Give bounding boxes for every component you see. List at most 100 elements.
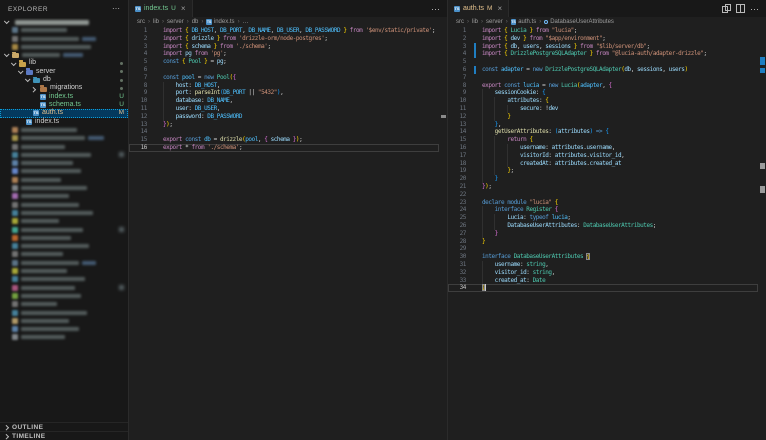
tree-item-redacted[interactable] xyxy=(0,292,128,300)
code-line[interactable]: 7 xyxy=(448,74,766,82)
tree-item-redacted[interactable] xyxy=(0,284,128,292)
code-line[interactable]: 2import { drizzle } from 'drizzle-orm/no… xyxy=(129,35,447,43)
tree-item-index.ts[interactable]: TSindex.ts xyxy=(0,118,128,126)
code-line[interactable]: 12 } xyxy=(448,113,766,121)
code-line[interactable]: 17 visitorId: attributes.visitor_id, xyxy=(448,152,766,160)
tree-item-redacted[interactable] xyxy=(0,43,128,51)
breadcrumb-item[interactable]: server xyxy=(486,19,503,25)
code-line[interactable]: 7const pool = new Pool({ xyxy=(129,74,447,82)
tree-item-redacted[interactable] xyxy=(0,250,128,258)
tree-item-redacted[interactable] xyxy=(0,333,128,341)
tree-item-schema.ts[interactable]: TSschema.tsU xyxy=(0,101,128,109)
code-line[interactable]: 34} xyxy=(448,284,766,292)
breadcrumb-item[interactable]: … xyxy=(243,19,249,25)
code-line[interactable]: 31 username: string, xyxy=(448,261,766,269)
code-line[interactable]: 28} xyxy=(448,238,766,246)
code-line[interactable]: 30interface DatabaseUserAttributes { xyxy=(448,253,766,261)
code-line[interactable]: 16 username: attributes.username, xyxy=(448,144,766,152)
code-line[interactable]: 20 } xyxy=(448,175,766,183)
tree-item-redacted[interactable] xyxy=(0,176,128,184)
code-line[interactable]: 9 sessionCookie: { xyxy=(448,89,766,97)
more-actions-icon[interactable]: ⋯ xyxy=(112,6,120,12)
code-line[interactable]: 14 getUserAttributes: (attributes) => { xyxy=(448,128,766,136)
code-line[interactable]: 29 xyxy=(448,245,766,253)
tree-item-redacted[interactable] xyxy=(0,18,128,26)
sidebar-section-outline[interactable]: OUTLINE xyxy=(0,422,128,431)
code-editor[interactable]: 1import { DB_HOST, DB_PORT, DB_NAME, DB_… xyxy=(129,27,447,440)
tree-item-redacted[interactable] xyxy=(0,317,128,325)
code-line[interactable]: 3import { db, users, sessions } from "$l… xyxy=(448,43,766,51)
more-actions-icon[interactable]: ⋯ xyxy=(750,6,759,12)
code-line[interactable]: 1import { DB_HOST, DB_PORT, DB_NAME, DB_… xyxy=(129,27,447,35)
code-line[interactable]: 3import { schema } from './schema'; xyxy=(129,43,447,51)
tree-item-redacted[interactable] xyxy=(0,225,128,233)
tree-item-redacted[interactable] xyxy=(0,275,128,283)
tree-item-redacted[interactable] xyxy=(0,308,128,316)
tree-item-redacted[interactable] xyxy=(0,217,128,225)
tab-index-ts[interactable]: TS index.ts U × xyxy=(129,0,193,17)
breadcrumb-item[interactable]: db xyxy=(192,19,199,25)
code-line[interactable]: 6 xyxy=(129,66,447,74)
code-line[interactable]: 11 secure: !dev xyxy=(448,105,766,113)
tree-item-redacted[interactable] xyxy=(0,26,128,34)
code-line[interactable]: 12 password: DB_PASSWORD xyxy=(129,113,447,121)
tree-item-redacted[interactable] xyxy=(0,35,128,43)
tree-item-redacted[interactable] xyxy=(0,259,128,267)
tree-item-redacted[interactable] xyxy=(0,234,128,242)
breadcrumb-item[interactable]: DatabaseUserAttributes xyxy=(544,19,614,25)
tree-item-redacted[interactable] xyxy=(0,142,128,150)
tree-item-redacted[interactable] xyxy=(0,51,128,59)
tree-item-db[interactable]: db xyxy=(0,76,128,84)
breadcrumb-item[interactable]: src xyxy=(456,19,464,25)
code-line[interactable]: 32 visitor_id: string, xyxy=(448,269,766,277)
code-line[interactable]: 9 port: parseInt(DB_PORT || "5432"), xyxy=(129,89,447,97)
tree-item-redacted[interactable] xyxy=(0,325,128,333)
code-line[interactable]: 23declare module "lucia" { xyxy=(448,199,766,207)
close-icon[interactable]: × xyxy=(181,5,186,12)
code-line[interactable]: 13 }, xyxy=(448,121,766,129)
sidebar-section-timeline[interactable]: TIMELINE xyxy=(0,431,128,440)
code-line[interactable]: 5const { Pool } = pg; xyxy=(129,58,447,66)
code-line[interactable]: 24 interface Register { xyxy=(448,206,766,214)
tree-item-index.ts[interactable]: TSindex.tsU xyxy=(0,93,128,101)
tree-item-redacted[interactable] xyxy=(0,242,128,250)
tree-item-lib[interactable]: lib xyxy=(0,59,128,67)
code-line[interactable]: 18 createdAt: attributes.created_at xyxy=(448,160,766,168)
code-line[interactable]: 13}); xyxy=(129,121,447,129)
tab-auth-ts[interactable]: TS auth.ts M × xyxy=(448,0,509,17)
tree-item-auth.ts[interactable]: TSauth.tsM xyxy=(0,109,128,117)
code-line[interactable]: 4import pg from 'pg'; xyxy=(129,50,447,58)
code-line[interactable]: 11 user: DB_USER, xyxy=(129,105,447,113)
code-line[interactable]: 10 attributes: { xyxy=(448,97,766,105)
code-line[interactable]: 21}); xyxy=(448,183,766,191)
code-line[interactable]: 33 created_at: Date xyxy=(448,277,766,285)
code-line[interactable]: 10 database: DB_NAME, xyxy=(129,97,447,105)
breadcrumb-item[interactable]: TSauth.ts xyxy=(511,19,537,25)
code-line[interactable]: 25 Lucia: typeof lucia; xyxy=(448,214,766,222)
more-actions-icon[interactable]: ⋯ xyxy=(431,6,440,12)
code-line[interactable]: 16export * from './schema'; xyxy=(129,144,447,152)
code-line[interactable]: 15 return { xyxy=(448,136,766,144)
tree-item-redacted[interactable] xyxy=(0,267,128,275)
code-line[interactable]: 2import { dev } from "$app/environment"; xyxy=(448,35,766,43)
tree-item-redacted[interactable] xyxy=(0,184,128,192)
tree-item-redacted[interactable] xyxy=(0,209,128,217)
tree-item-redacted[interactable] xyxy=(0,201,128,209)
tree-item-redacted[interactable] xyxy=(0,126,128,134)
tree-item-server[interactable]: server xyxy=(0,68,128,76)
tree-item-migrations[interactable]: migrations xyxy=(0,84,128,92)
tree-item-redacted[interactable] xyxy=(0,167,128,175)
open-changes-icon[interactable] xyxy=(722,4,731,13)
code-line[interactable]: 19 }; xyxy=(448,167,766,175)
tree-item-redacted[interactable] xyxy=(0,300,128,308)
code-line[interactable]: 14 xyxy=(129,128,447,136)
tree-item-redacted[interactable] xyxy=(0,134,128,142)
code-line[interactable]: 27 } xyxy=(448,230,766,238)
split-editor-icon[interactable] xyxy=(736,4,745,13)
breadcrumb-item[interactable]: server xyxy=(167,19,184,25)
code-editor[interactable]: 1import { Lucia } from "lucia";2import {… xyxy=(448,27,766,440)
tree-item-redacted[interactable] xyxy=(0,192,128,200)
code-line[interactable]: 1import { Lucia } from "lucia"; xyxy=(448,27,766,35)
breadcrumb-item[interactable]: lib xyxy=(472,19,478,25)
close-icon[interactable]: × xyxy=(497,5,502,12)
